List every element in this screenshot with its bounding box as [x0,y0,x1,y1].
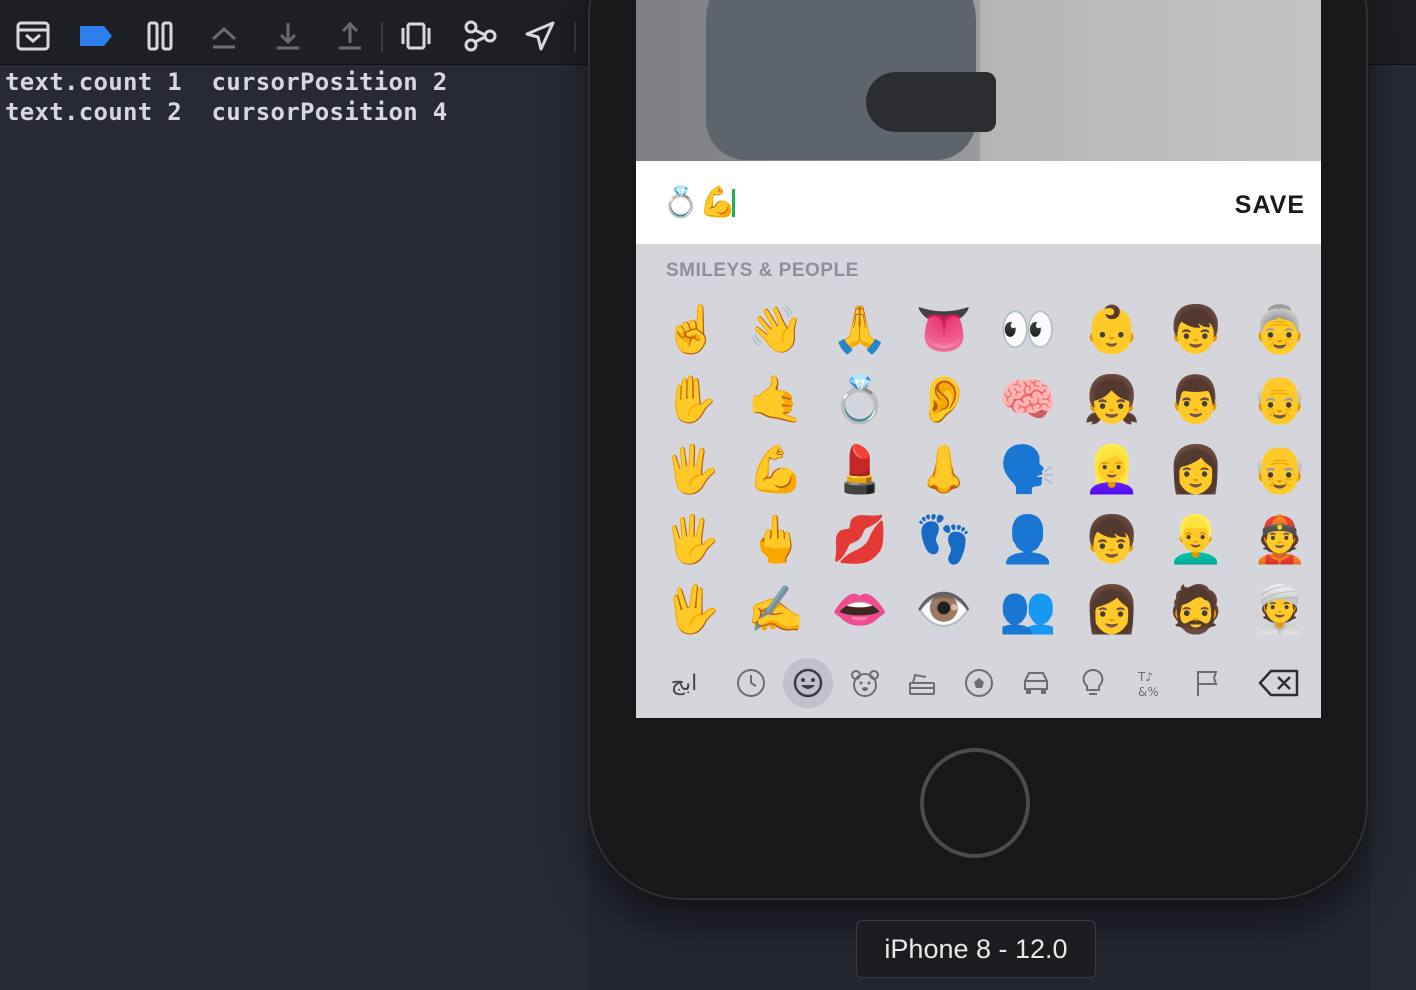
emoji-key[interactable]: 👋 [734,294,818,364]
emoji-key[interactable]: 👦 [1070,504,1154,574]
breakpoints-toggle-icon[interactable] [76,16,116,56]
emoji-grid: ☝️ 👋 🙏 👅 👀 👶 👦 👵 ✋ 🤙 💍 👂 🧠 👧 👨 👴 🖐️ 💪 💄 … [650,294,1320,644]
emoji-key[interactable]: 👵 [1238,294,1321,364]
toolbar-divider [574,22,576,52]
text-cursor [732,189,735,217]
emoji-key[interactable]: 👤 [986,504,1070,574]
emoji-key[interactable]: 👱‍♀️ [1070,434,1154,504]
console-output[interactable]: text.count 1 cursorPosition 2 text.count… [0,65,588,990]
activity-soccer-icon[interactable] [954,658,1004,708]
objects-bulb-icon[interactable] [1068,658,1118,708]
step-out-icon[interactable] [330,16,370,56]
emoji-key[interactable]: 👶 [1070,294,1154,364]
emoji-key[interactable]: 🗣️ [986,434,1070,504]
emoji-category-bar: ابج T♪ &% [636,648,1321,718]
emoji-key[interactable]: 🖖 [650,574,734,644]
emoji-key[interactable]: 💋 [818,504,902,574]
emoji-key[interactable]: 👩 [1070,574,1154,644]
recent-clock-icon[interactable] [726,658,776,708]
console-line: text.count 1 cursorPosition 2 [5,68,448,96]
emoji-key[interactable]: 👁️ [902,574,986,644]
emoji-key[interactable]: ✋ [650,364,734,434]
emoji-key[interactable]: 👥 [986,574,1070,644]
toolbar-divider [381,22,383,52]
caption-text-field[interactable]: 💍💪 [662,183,737,223]
backspace-icon[interactable] [1254,658,1304,708]
console-line: text.count 2 cursorPosition 4 [5,98,448,126]
emoji-key[interactable]: 👦 [1154,294,1238,364]
emoji-key[interactable]: 👅 [902,294,986,364]
simulator-screen: 💍💪 SAVE SMILEYS & PEOPLE ☝️ 👋 🙏 👅 👀 👶 👦 … [636,0,1321,718]
emoji-section-title: SMILEYS & PEOPLE [666,260,859,281]
emoji-key[interactable]: 👧 [1070,364,1154,434]
photo-preview [636,0,1321,161]
emoji-key[interactable]: 👳 [1238,574,1321,644]
memory-graph-icon[interactable] [460,16,500,56]
step-into-icon[interactable] [268,16,308,56]
svg-text:&%: &% [1138,685,1159,699]
simulate-location-icon[interactable] [520,16,560,56]
emoji-key[interactable]: 👣 [902,504,986,574]
emoji-key[interactable]: 💄 [818,434,902,504]
symbols-icon[interactable]: T♪ &% [1125,658,1175,708]
emoji-key[interactable]: 🙏 [818,294,902,364]
pause-icon[interactable] [140,16,180,56]
abc-keyboard-button[interactable]: ابج [658,658,710,708]
home-button[interactable] [920,748,1030,858]
emoji-key[interactable]: 👴 [1238,434,1321,504]
emoji-key[interactable]: 👀 [986,294,1070,364]
view-debugger-icon[interactable] [396,16,436,56]
variables-pane [1370,65,1416,990]
emoji-key[interactable]: 💍 [818,364,902,434]
emoji-key[interactable]: ✍️ [734,574,818,644]
emoji-key[interactable]: 👱‍♂️ [1154,504,1238,574]
emoji-key[interactable]: 🧠 [986,364,1070,434]
emoji-key[interactable]: 🖐️ [650,434,734,504]
emoji-key[interactable]: 🧔 [1154,574,1238,644]
smileys-icon[interactable] [783,658,833,708]
travel-car-icon[interactable] [1011,658,1061,708]
emoji-key[interactable]: 👴 [1238,364,1321,434]
flags-icon[interactable] [1182,658,1232,708]
emoji-key[interactable]: 💪 [734,434,818,504]
emoji-keyboard: SMILEYS & PEOPLE ☝️ 👋 🙏 👅 👀 👶 👦 👵 ✋ 🤙 💍 … [636,244,1321,718]
emoji-key[interactable]: 👩 [1154,434,1238,504]
step-over-icon[interactable] [204,16,244,56]
emoji-key[interactable]: 👂 [902,364,986,434]
caption-input-row: 💍💪 SAVE [636,161,1321,244]
emoji-key[interactable]: 🖐 [650,504,734,574]
food-icon[interactable] [897,658,947,708]
svg-text:T♪: T♪ [1137,670,1153,684]
save-button[interactable]: SAVE [1235,191,1305,220]
animals-bear-icon[interactable] [840,658,890,708]
hide-debug-area-icon[interactable] [13,16,53,56]
simulator-device-label: iPhone 8 - 12.0 [856,920,1096,978]
emoji-key[interactable]: 👄 [818,574,902,644]
emoji-key[interactable]: 🤙 [734,364,818,434]
emoji-key[interactable]: 👃 [902,434,986,504]
emoji-key[interactable]: 👨 [1154,364,1238,434]
emoji-key[interactable]: 🖕 [734,504,818,574]
emoji-key[interactable]: ☝️ [650,294,734,364]
emoji-key[interactable]: 👲 [1238,504,1321,574]
photo-object-slot [866,72,996,132]
